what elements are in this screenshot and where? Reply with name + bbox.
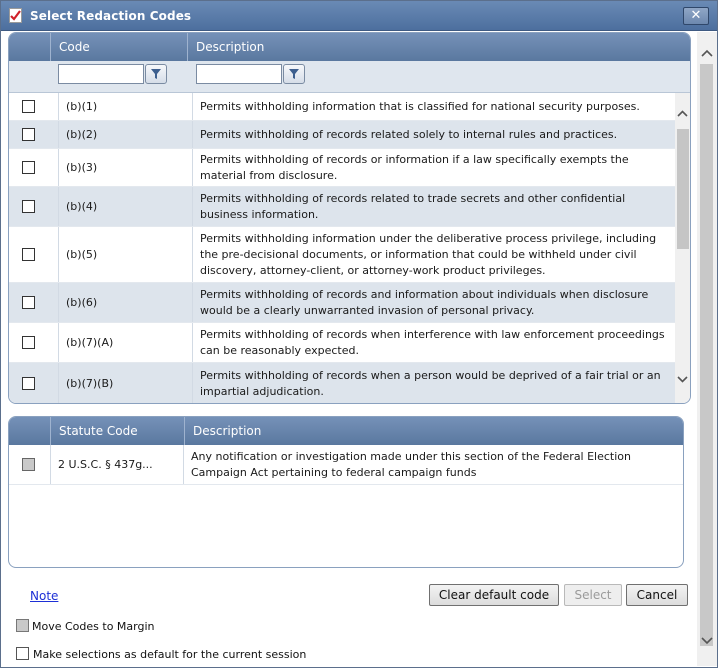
close-button[interactable]: ✕: [683, 7, 709, 25]
description-cell: Permits withholding of records or inform…: [200, 152, 629, 182]
codes-grid: Code Description (b)(1) Permits withhold…: [8, 32, 691, 404]
move-codes-label: Move Codes to Margin: [32, 620, 155, 633]
table-row[interactable]: (b)(5) Permits withholding information u…: [9, 227, 675, 283]
row-checkbox[interactable]: [22, 377, 35, 390]
move-codes-checkbox[interactable]: [16, 619, 29, 632]
row-checkbox[interactable]: [22, 128, 35, 141]
row-checkbox[interactable]: [22, 336, 35, 349]
note-link[interactable]: Note: [30, 589, 58, 603]
table-row[interactable]: (b)(6) Permits withholding of records an…: [9, 283, 675, 323]
dialog-scrollbar[interactable]: [697, 32, 717, 666]
description-cell: Permits withholding information under th…: [200, 231, 657, 277]
description-cell: Permits withholding information that is …: [200, 99, 640, 113]
code-cell: (b)(7)(B): [58, 363, 193, 403]
table-row[interactable]: 2 U.S.C. § 437g... Any notification or i…: [9, 445, 683, 485]
code-cell: (b)(2): [58, 121, 193, 148]
code-cell: (b)(5): [58, 227, 193, 282]
title-bar[interactable]: Select Redaction Codes ✕: [1, 1, 717, 31]
column-header-code[interactable]: Code: [50, 33, 187, 61]
statute-description-cell: Any notification or investigation made u…: [191, 449, 631, 479]
cancel-button[interactable]: Cancel: [626, 584, 688, 606]
filter-row: [9, 61, 690, 93]
code-cell: (b)(3): [58, 149, 193, 186]
dialog-scrollbar-thumb[interactable]: [700, 64, 713, 646]
codes-scrollbar-thumb[interactable]: [677, 129, 689, 249]
table-row[interactable]: (b)(4) Permits withholding of records re…: [9, 187, 675, 227]
select-button[interactable]: Select: [564, 584, 622, 606]
row-checkbox[interactable]: [22, 248, 35, 261]
table-row[interactable]: (b)(7)(B) Permits withholding of records…: [9, 363, 675, 403]
row-checkbox[interactable]: [22, 161, 35, 174]
description-filter-input[interactable]: [196, 64, 282, 84]
statute-grid: Statute Code Description 2 U.S.C. § 437g…: [8, 416, 684, 568]
table-row[interactable]: (b)(7)(A) Permits withholding of records…: [9, 323, 675, 363]
description-filter-button[interactable]: [283, 64, 305, 84]
column-header-statute-description[interactable]: Description: [184, 417, 683, 445]
filter-icon: [289, 69, 299, 79]
row-checkbox[interactable]: [22, 200, 35, 213]
code-filter-button[interactable]: [145, 64, 167, 84]
statute-code-cell: 2 U.S.C. § 437g...: [50, 445, 184, 484]
description-cell: Permits withholding of records when a pe…: [200, 368, 661, 398]
description-cell: Permits withholding of records when inte…: [200, 327, 665, 357]
row-checkbox[interactable]: [22, 100, 35, 113]
codes-scrollbar[interactable]: [675, 93, 690, 403]
description-cell: Permits withholding of records and infor…: [200, 287, 649, 317]
document-check-icon: [9, 8, 22, 23]
code-cell: (b)(6): [58, 283, 193, 322]
code-cell: (b)(7)(A): [58, 323, 193, 362]
row-checkbox[interactable]: [22, 296, 35, 309]
table-row[interactable]: (b)(3) Permits withholding of records or…: [9, 149, 675, 187]
column-header-description[interactable]: Description: [187, 33, 690, 61]
clear-default-code-button[interactable]: Clear default code: [429, 584, 559, 606]
code-filter-input[interactable]: [58, 64, 144, 84]
chevron-up-icon[interactable]: [700, 46, 714, 60]
make-default-checkbox[interactable]: [16, 647, 29, 660]
column-header-statute-code[interactable]: Statute Code: [50, 417, 184, 445]
select-redaction-codes-dialog: Select Redaction Codes ✕ Code Descriptio…: [0, 0, 718, 668]
statute-grid-header: Statute Code Description: [9, 417, 683, 445]
code-cell: (b)(1): [58, 93, 193, 120]
codes-rows: (b)(1) Permits withholding information t…: [9, 93, 675, 403]
window-title: Select Redaction Codes: [30, 9, 192, 23]
filter-icon: [151, 69, 161, 79]
code-cell: (b)(4): [58, 187, 193, 226]
table-row[interactable]: (b)(1) Permits withholding information t…: [9, 93, 675, 121]
chevron-down-icon[interactable]: [700, 634, 714, 648]
chevron-down-icon[interactable]: [676, 373, 689, 386]
description-cell: Permits withholding of records related t…: [200, 191, 626, 221]
table-row[interactable]: (b)(2) Permits withholding of records re…: [9, 121, 675, 149]
codes-grid-header: Code Description: [9, 33, 690, 61]
make-default-label: Make selections as default for the curre…: [33, 648, 307, 661]
chevron-up-icon[interactable]: [676, 107, 689, 120]
description-cell: Permits withholding of records related s…: [200, 127, 618, 141]
row-checkbox[interactable]: [22, 458, 35, 471]
